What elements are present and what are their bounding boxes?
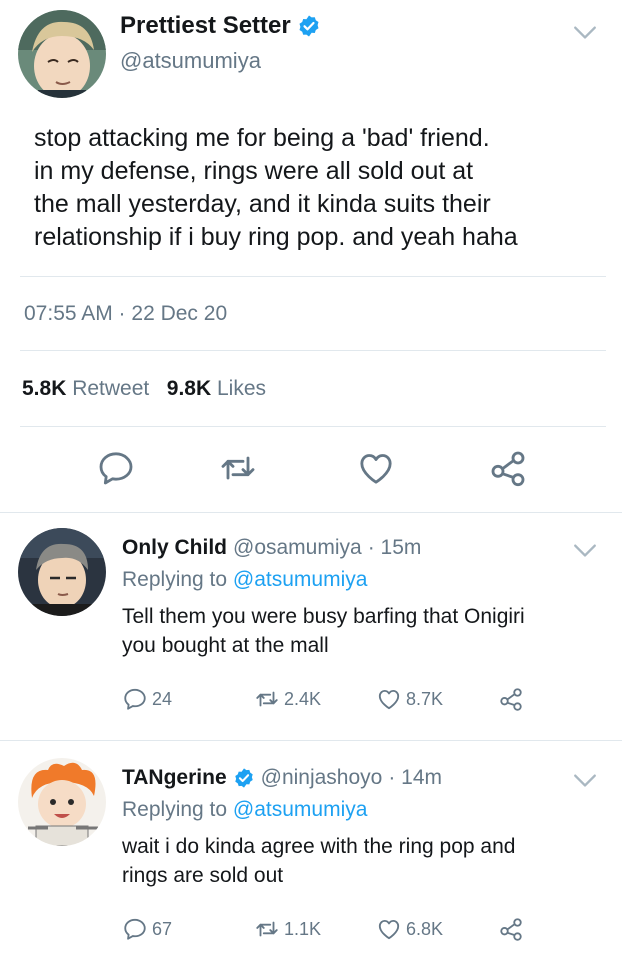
retweet-icon[interactable] [218,448,258,488]
reply-text-line: Tell them you were busy barfing that Oni… [122,605,525,628]
replying-to-prefix: Replying to [122,568,228,591]
reply-author-row: TANgerine @ninjashoyo · 14m [122,766,442,790]
avatar-image [18,758,106,846]
reply-icon [122,686,148,712]
author-handle[interactable]: @atsumumiya [120,48,261,74]
reply-tweet[interactable]: TANgerine @ninjashoyo · 14m Replying to … [0,752,622,960]
retweet-count: 2.4K [284,688,322,709]
tweet-text-line: relationship if i buy ring pop. and yeah… [34,223,518,251]
retweets-count[interactable]: 5.8K [22,377,66,400]
divider [20,276,606,277]
retweet-icon [254,686,280,712]
reply-tweet[interactable]: Only Child @osamumiya · 15m Replying to … [0,522,622,734]
reply-text: Tell them you were busy barfing that Oni… [122,602,602,660]
like-icon[interactable] [356,448,396,488]
tweet-text-line: stop attacking me for being a 'bad' frie… [34,124,490,152]
avatar[interactable] [18,528,106,616]
tweet-stats: 5.8K Retweet 9.8K Likes [22,377,266,401]
like-action[interactable]: 8.7K [376,686,443,712]
verified-badge-icon [297,14,321,38]
retweet-count: 1.1K [284,918,322,939]
author-name-row: Prettiest Setter [120,12,321,40]
share-action[interactable] [498,686,528,712]
divider [0,512,622,513]
reply-actions: 67 1.1K 6.8K [122,916,542,946]
like-icon [376,686,402,712]
divider [0,740,622,741]
replying-to: Replying to @atsumumiya [122,798,367,822]
likes-count[interactable]: 9.8K [167,377,211,400]
retweets-label[interactable]: Retweet [72,377,149,400]
reply-count: 67 [152,918,173,939]
tweet-text-line: the mall yesterday, and it kinda suits t… [34,190,491,218]
tweet-text: stop attacking me for being a 'bad' frie… [34,122,594,254]
like-action[interactable]: 6.8K [376,916,443,942]
reply-icon[interactable] [96,448,136,488]
reply-icon [122,916,148,942]
avatar-image [18,10,106,98]
reply-actions: 24 2.4K 8.7K [122,686,542,716]
divider [20,350,606,351]
reply-text: wait i do kinda agree with the ring pop … [122,832,602,890]
retweet-icon [254,916,280,942]
share-icon [498,686,524,712]
replying-to-prefix: Replying to [122,798,228,821]
reply-time[interactable]: · 14m [388,766,442,790]
avatar[interactable] [18,758,106,846]
reply-text-line: wait i do kinda agree with the ring pop … [122,835,516,858]
reply-display-name[interactable]: Only Child [122,536,227,560]
reply-text-line: rings are sold out [122,864,284,887]
chevron-down-icon[interactable] [572,22,598,42]
replying-to-mention[interactable]: @atsumumiya [233,798,368,821]
like-count: 6.8K [406,918,444,939]
reply-handle[interactable]: @ninjashoyo [261,766,383,790]
author-display-name[interactable]: Prettiest Setter [120,12,291,40]
avatar-image [18,528,106,616]
replying-to: Replying to @atsumumiya [122,568,367,592]
avatar[interactable] [18,10,106,98]
tweet-timestamp[interactable]: 07:55 AM · 22 Dec 20 [24,302,227,326]
like-icon [376,916,402,942]
chevron-down-icon[interactable] [572,540,598,560]
like-count: 8.7K [406,688,444,709]
share-icon[interactable] [488,448,528,488]
main-tweet: Prettiest Setter @atsumumiya stop attack… [0,0,622,510]
share-action[interactable] [498,916,528,942]
replying-to-mention[interactable]: @atsumumiya [233,568,368,591]
verified-badge-icon [233,767,255,789]
retweet-action[interactable]: 1.1K [254,916,321,942]
reply-action[interactable]: 24 [122,686,172,712]
likes-label[interactable]: Likes [217,377,266,400]
share-icon [498,916,524,942]
reply-count: 24 [152,688,173,709]
reply-display-name[interactable]: TANgerine [122,766,227,790]
retweet-action[interactable]: 2.4K [254,686,321,712]
divider [20,426,606,427]
reply-time[interactable]: · 15m [368,536,422,560]
reply-author-row: Only Child @osamumiya · 15m [122,536,421,560]
tweet-text-line: in my defense, rings were all sold out a… [34,157,474,185]
reply-action[interactable]: 67 [122,916,172,942]
chevron-down-icon[interactable] [572,770,598,790]
reply-text-line: you bought at the mall [122,634,329,657]
reply-handle[interactable]: @osamumiya [233,536,362,560]
